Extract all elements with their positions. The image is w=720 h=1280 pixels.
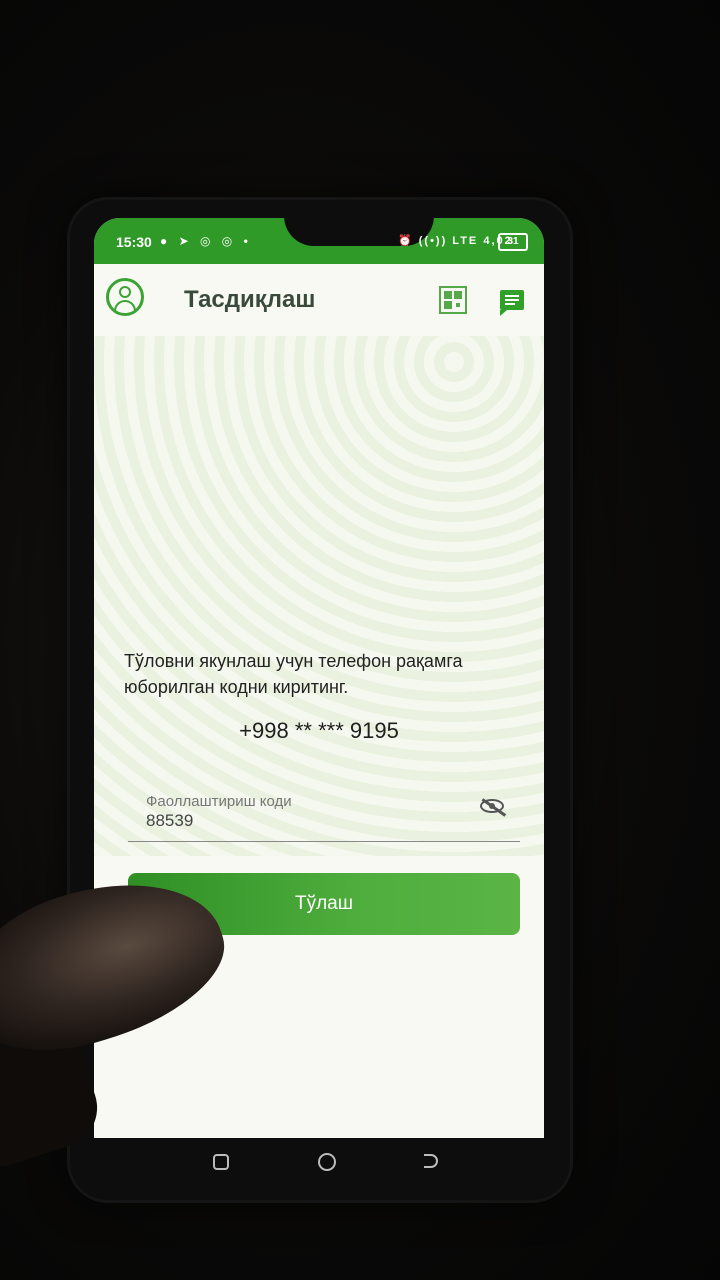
home-icon[interactable] bbox=[318, 1153, 336, 1171]
background-pattern bbox=[94, 336, 544, 856]
status-time: 15:30 bbox=[116, 234, 152, 250]
system-icons: ⏰ ((•)) LTE 4,02 bbox=[398, 235, 513, 247]
status-bar: 15:30 ● ➤ ◎ ◎ • ⏰ ((•)) LTE 4,02 31 bbox=[94, 218, 544, 264]
app-header: Тасдиқлаш bbox=[94, 264, 544, 336]
notification-icons: ● ➤ ◎ ◎ • bbox=[160, 234, 252, 248]
eye-off-icon[interactable] bbox=[480, 798, 507, 817]
input-underline bbox=[128, 841, 520, 842]
system-nav-bar bbox=[0, 1140, 720, 1180]
activation-code-label: Фаоллаштириш коди bbox=[146, 793, 292, 810]
qr-code-icon[interactable] bbox=[439, 286, 467, 314]
battery-icon: 31 bbox=[498, 233, 528, 251]
recent-apps-icon[interactable] bbox=[213, 1154, 229, 1170]
page-title: Тасдиқлаш bbox=[184, 286, 316, 313]
user-circle-icon[interactable] bbox=[106, 278, 144, 316]
instruction-text: Тўловни якунлаш учун телефон рақамга юбо… bbox=[124, 651, 463, 697]
masked-phone-number: +998 ** *** 9195 bbox=[239, 718, 399, 743]
activation-code-input[interactable]: 88539 bbox=[146, 811, 193, 831]
back-icon[interactable] bbox=[424, 1154, 438, 1168]
chat-bubble-icon[interactable] bbox=[500, 290, 524, 316]
